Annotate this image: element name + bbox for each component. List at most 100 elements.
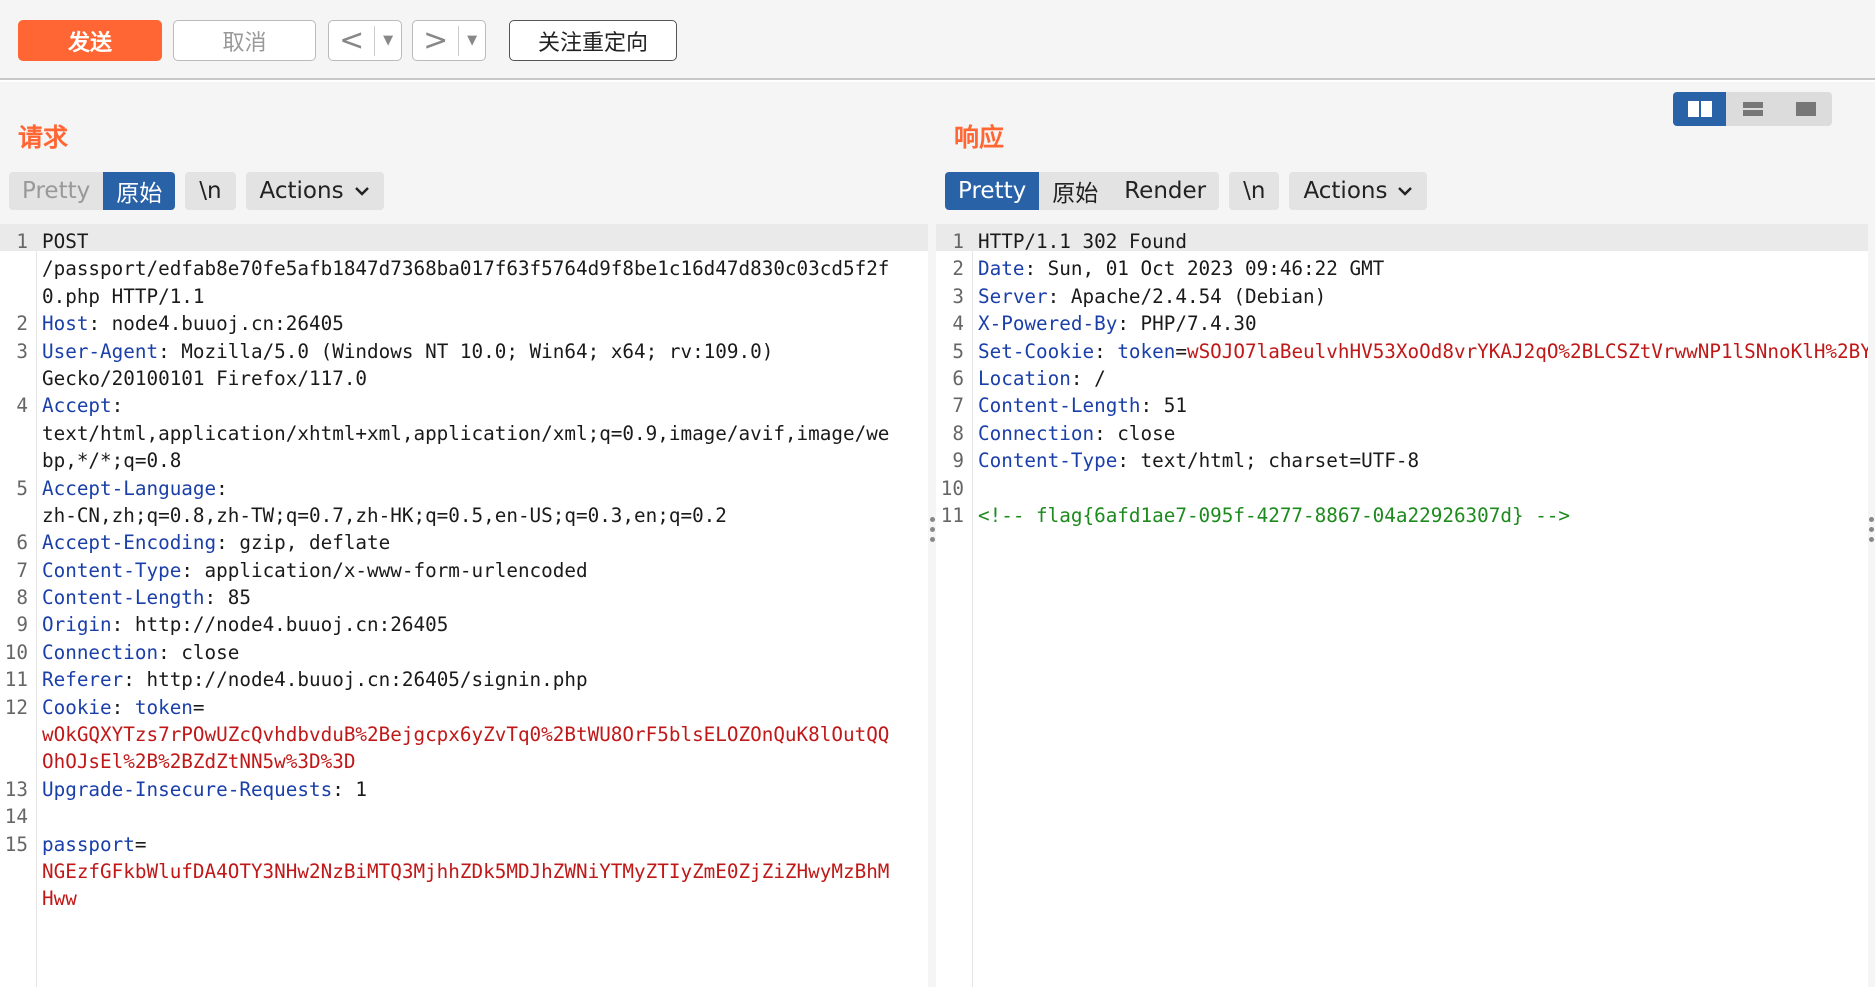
header-value: : http://node4.buuoj.cn:26405/signin.php — [123, 668, 588, 692]
header-key: Content-Type — [42, 558, 182, 582]
cookie-value: wOkGQXYTzs7rPOwUZcQvhdbvduB%2Bejgcpx6yZv… — [42, 723, 890, 747]
request-code-line: NGEzfGFkbWlufDA4OTY3NHw2NzBiMTQ3MjhhZDk5… — [0, 854, 928, 883]
response-newline-toggle[interactable]: \n — [1229, 172, 1280, 210]
header-value: : PHP/7.4.30 — [1117, 312, 1257, 336]
header-key: Upgrade-Insecure-Requests — [42, 777, 333, 801]
request-code-line: 0.php HTTP/1.1 — [0, 279, 928, 308]
header-key: Origin — [42, 613, 112, 637]
response-code-line: 6 Location: / — [936, 361, 1868, 390]
chevron-down-icon — [1398, 187, 1413, 196]
response-title: 响应 — [954, 123, 1005, 152]
header-value: HTTP/1.1 302 Found — [978, 230, 1187, 253]
request-code-line: OhOJsEl%2B%2BZdZtNN5w%3D%3D — [0, 744, 928, 774]
header-key: Set-Cookie — [978, 339, 1095, 363]
header-key: Content-Type — [978, 449, 1118, 473]
request-code-line: Hww — [0, 881, 928, 910]
request-code-line: wOkGQXYTzs7rPOwUZcQvhdbvduB%2Bejgcpx6yZv… — [0, 717, 928, 747]
response-code-line: 10 — [936, 471, 1868, 500]
response-actions-label: Actions — [1303, 178, 1388, 204]
response-code-line: 3 Server: Apache/2.4.54 (Debian) — [936, 279, 1868, 308]
header-value: : 51 — [1140, 394, 1187, 418]
header-value: : — [111, 695, 135, 719]
request-code-line: 2 Host: node4.buuoj.cn:26405 — [0, 306, 928, 336]
request-code-line: 8 Content-Length: 85 — [0, 580, 928, 609]
request-newline-toggle[interactable]: \n — [185, 172, 236, 210]
header-key: Referer — [42, 668, 124, 692]
layout-toggle — [1673, 92, 1832, 126]
header-value: Gecko/20100101 Firefox/117.0 — [42, 366, 368, 390]
header-value: POST — [42, 230, 89, 253]
header-value: : 1 — [332, 777, 368, 801]
header-value: : close — [158, 640, 240, 664]
response-pane: 响应 Pretty 原始 Render \n Actions 1 HTTP/1.1… — [936, 82, 1875, 987]
request-pane: 请求 Pretty 原始 \n Actions 1 POST/passport/e… — [0, 82, 928, 987]
layout-single-button[interactable] — [1779, 92, 1832, 126]
request-code-line: bp,*/*;q=0.8 — [0, 443, 928, 473]
request-code-line: 14 — [0, 799, 928, 828]
request-code-line: 12 Cookie: token= — [0, 690, 928, 719]
request-editor[interactable]: 1 POST/passport/edfab8e70fe5afb1847d7368b… — [0, 224, 928, 987]
response-code-line: 9 Content-Type: text/html; charset=UTF-8 — [936, 443, 1868, 473]
forward-arrow-icon: > — [413, 23, 460, 58]
right-edge-handle[interactable] — [1868, 82, 1875, 987]
response-actions-menu[interactable]: Actions — [1289, 172, 1428, 210]
response-tab-pretty[interactable]: Pretty — [945, 172, 1040, 210]
header-value: : node4.buuoj.cn:26405 — [88, 312, 344, 336]
header-value: : — [216, 476, 228, 500]
cookie-value: wSOJO7laBeulvhHV53XoOd8vrYKAJ2qO%2BLCSZt… — [1186, 339, 1875, 363]
request-code-line: 4 Accept: — [0, 388, 928, 418]
request-code-line: 7 Content-Type: application/x-www-form-ur… — [0, 553, 928, 582]
response-code-line: 8 Connection: close — [936, 416, 1868, 445]
cookie-value: Hww — [42, 887, 77, 911]
response-code-line: 4 X-Powered-By: PHP/7.4.30 — [936, 306, 1868, 336]
cookie-value: OhOJsEl%2B%2BZdZtNN5w%3D%3D — [42, 750, 356, 774]
request-code-line: 1 POST — [0, 224, 928, 253]
forward-button[interactable]: > ▼ — [412, 20, 486, 61]
line-content: <!-- flag{6afd1ae7-095f-4277-8867-04a229… — [978, 502, 1570, 530]
layout-stacked-button[interactable] — [1726, 92, 1779, 126]
request-code-line: Gecko/20100101 Firefox/117.0 — [0, 361, 928, 390]
request-tab-raw[interactable]: 原始 — [103, 172, 176, 210]
header-key: User-Agent — [42, 339, 159, 363]
response-tab-raw[interactable]: 原始 — [1039, 172, 1112, 210]
header-value: : http://node4.buuoj.cn:26405 — [111, 613, 449, 637]
header-value: = — [192, 695, 205, 719]
request-tab-pretty[interactable]: Pretty — [9, 172, 104, 210]
header-key: passport — [42, 832, 135, 856]
cancel-button[interactable]: 取消 — [173, 20, 316, 61]
send-button[interactable]: 发送 — [18, 20, 162, 61]
back-button[interactable]: < ▼ — [328, 20, 402, 61]
request-tabs: Pretty 原始 \n Actions — [9, 172, 384, 210]
back-arrow-icon: < — [329, 23, 376, 58]
response-code-line: 7 Content-Length: 51 — [936, 388, 1868, 418]
back-dropdown-icon[interactable]: ▼ — [375, 33, 401, 48]
request-actions-menu[interactable]: Actions — [245, 172, 384, 210]
layout-side-by-side-button[interactable] — [1673, 92, 1726, 126]
header-value: bp,*/*;q=0.8 — [42, 449, 182, 473]
response-tab-render[interactable]: Render — [1111, 172, 1220, 210]
header-value: = — [1175, 339, 1187, 363]
request-code-line: 6 Accept-Encoding: gzip, deflate — [0, 525, 928, 555]
header-key: Connection — [42, 640, 159, 664]
follow-redirect-button[interactable]: 关注重定向 — [509, 20, 677, 61]
header-value: : Apache/2.4.54 (Debian) — [1047, 284, 1327, 308]
html-comment: <!-- flag{6afd1ae7-095f-4277-8867-04a229… — [978, 503, 1571, 527]
header-key: Accept — [42, 394, 112, 418]
header-value: : close — [1094, 421, 1176, 445]
forward-dropdown-icon[interactable]: ▼ — [459, 33, 485, 48]
response-code-line: 2 Date: Sun, 01 Oct 2023 09:46:22 GMT — [936, 251, 1868, 280]
header-value: text/html,application/xhtml+xml,applicat… — [42, 421, 890, 445]
request-code-line: 3 User-Agent: Mozilla/5.0 (Windows NT 10.… — [0, 334, 928, 363]
response-code-line: 5 Set-Cookie: token=wSOJO7laBeulvhHV53XoO… — [936, 334, 1875, 363]
single-panel-icon — [1795, 102, 1816, 116]
header-value: : gzip, deflate — [216, 531, 391, 555]
response-editor[interactable]: 1 HTTP/1.1 302 Found 2 Date: Sun, 01 Oct 20… — [936, 224, 1875, 987]
line-content: Hww — [42, 885, 77, 913]
pane-splitter[interactable] — [928, 82, 936, 987]
chevron-down-icon — [354, 187, 369, 196]
request-code-line: zh-CN,zh;q=0.8,zh-TW;q=0.7,zh-HK;q=0.5,e… — [0, 498, 928, 527]
request-code-line: /passport/edfab8e70fe5afb1847d7368ba017f… — [0, 251, 928, 280]
header-value: : application/x-www-form-urlencoded — [181, 558, 588, 582]
columns-icon — [1687, 101, 1712, 117]
header-key: token — [134, 695, 193, 719]
